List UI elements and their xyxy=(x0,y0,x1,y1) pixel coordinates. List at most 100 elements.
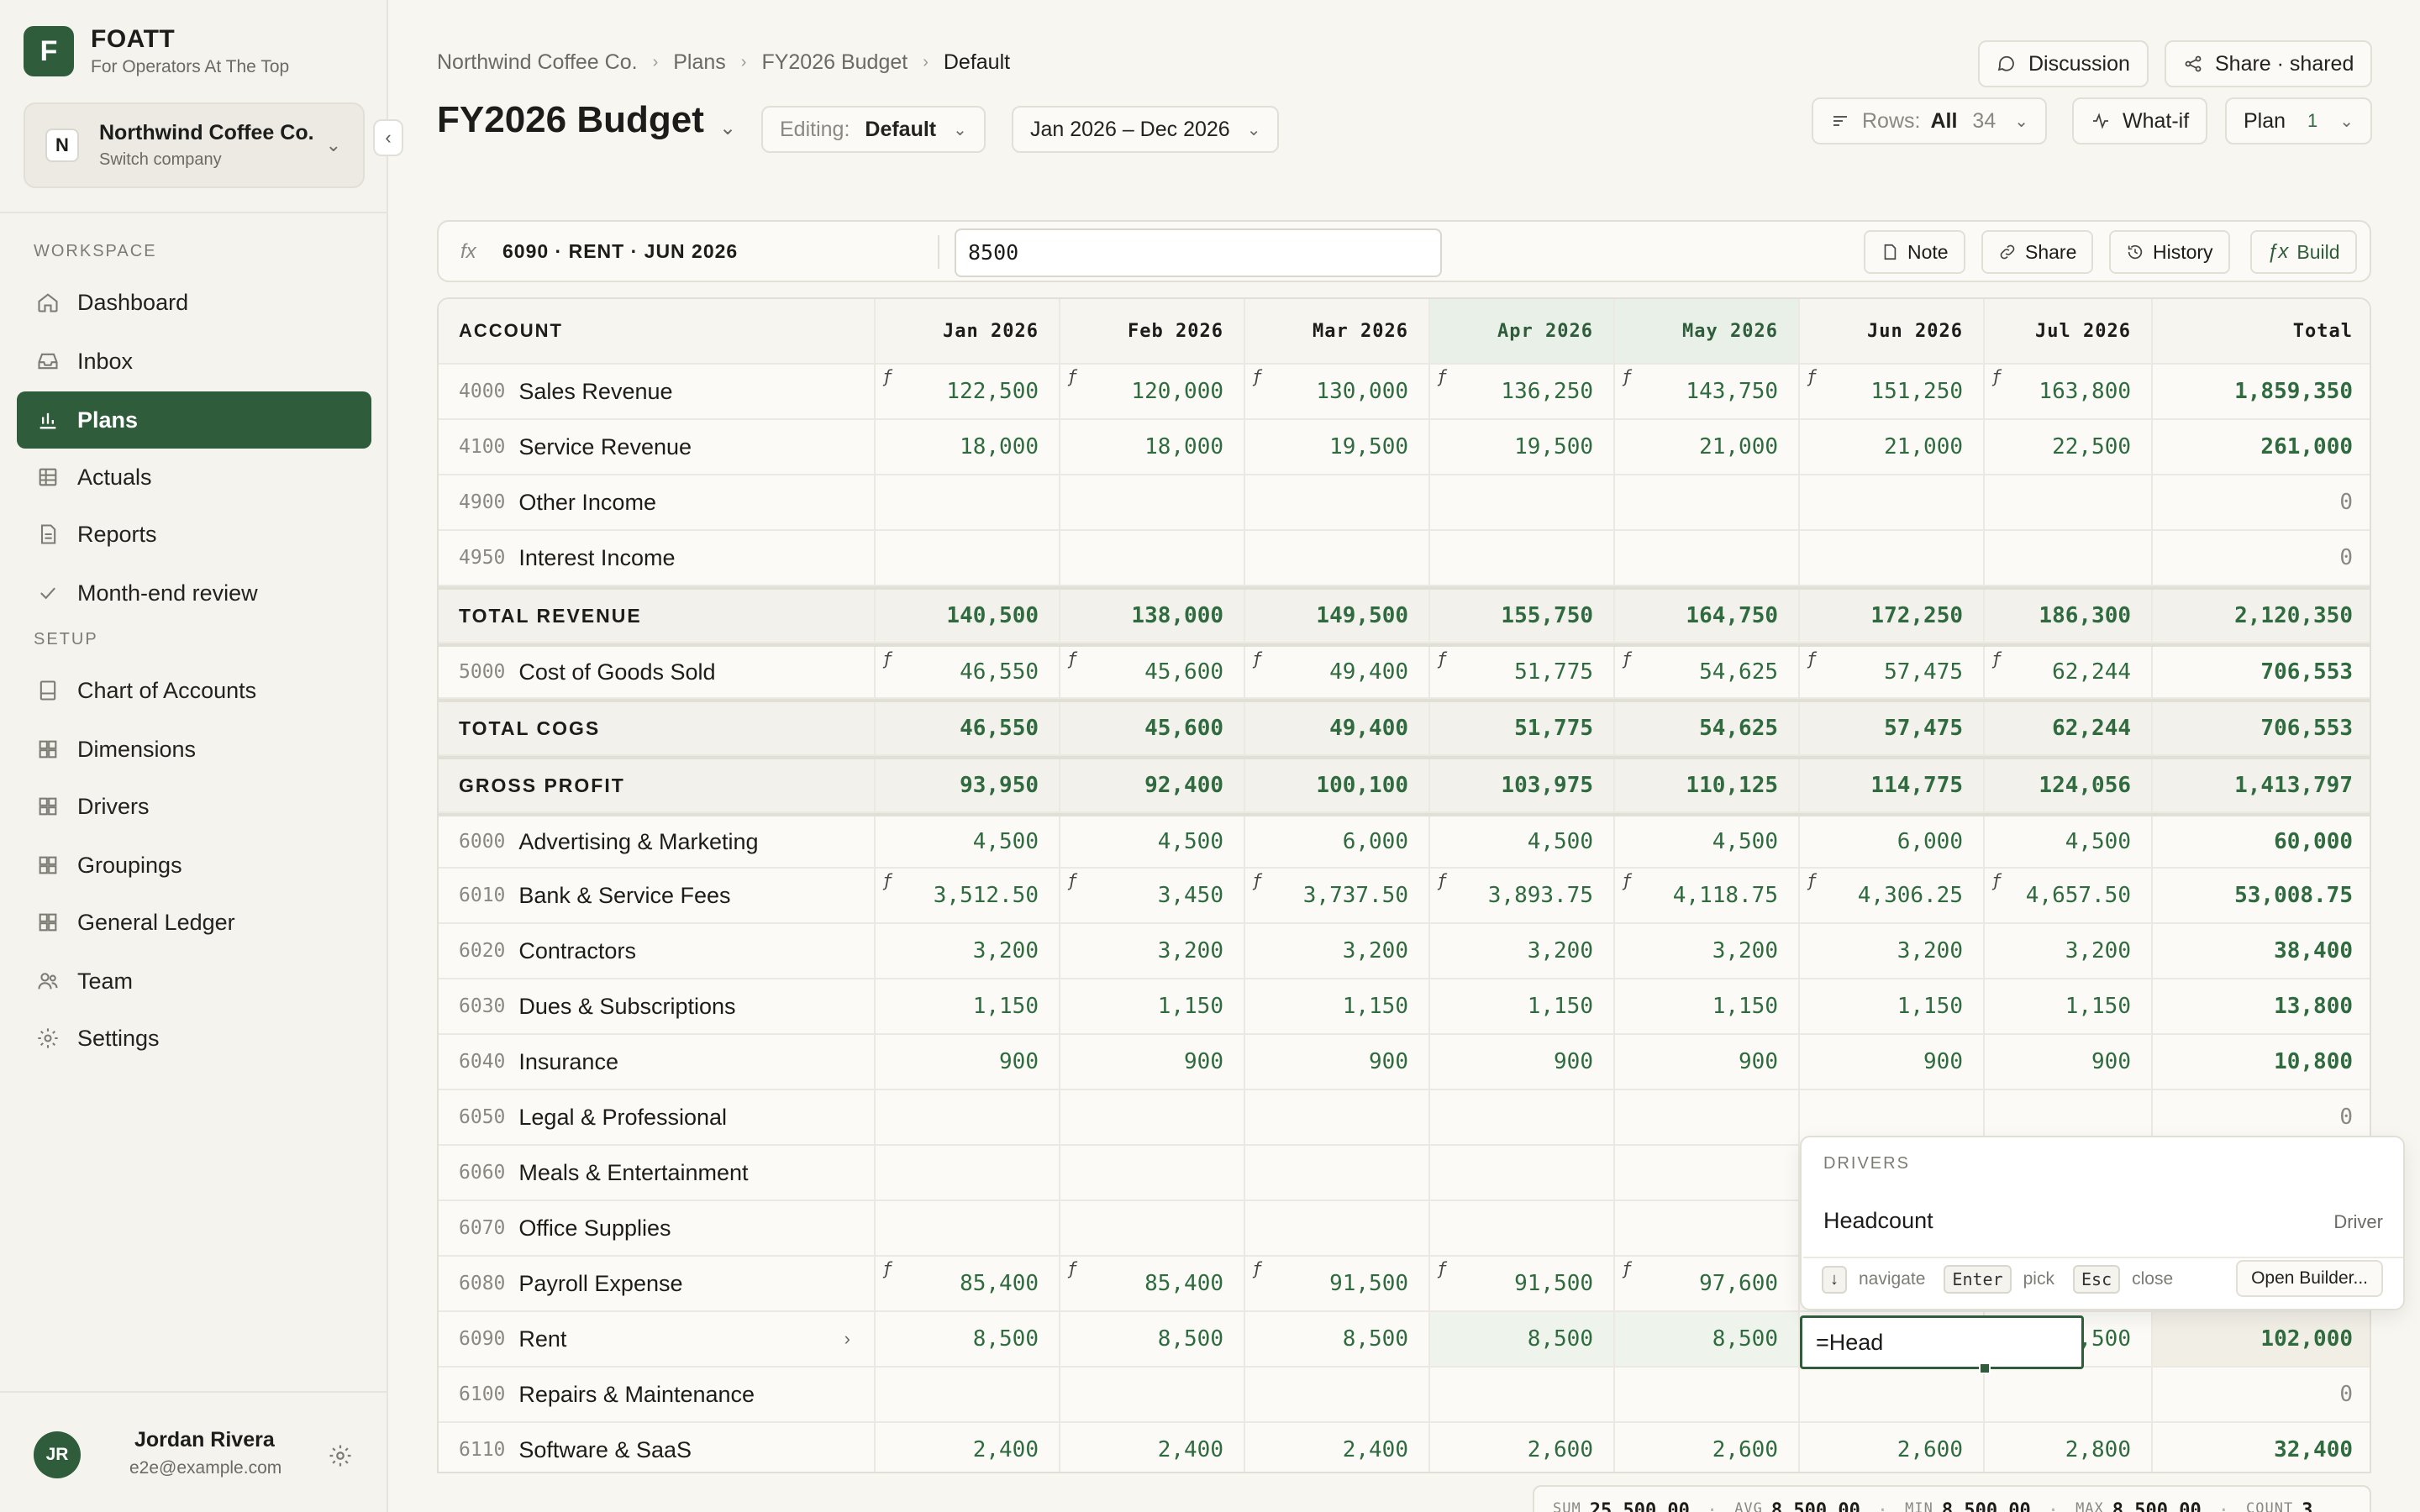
collapse-sidebar-button[interactable]: ‹ xyxy=(373,119,403,156)
value-cell[interactable]: 1,150 xyxy=(876,979,1060,1033)
value-cell[interactable]: ƒ 97,600 xyxy=(1615,1257,1800,1310)
breadcrumb-item[interactable]: FY2026 Budget xyxy=(761,50,908,75)
value-cell[interactable]: 138,000 xyxy=(1060,590,1245,642)
sidebar-item-general-ledger[interactable]: General Ledger xyxy=(17,894,371,951)
value-cell[interactable]: ƒ 4,306.25 xyxy=(1800,869,1985,922)
value-cell[interactable]: 4,500 xyxy=(1615,816,1800,867)
value-cell[interactable]: 3,200 xyxy=(1060,924,1245,978)
value-cell[interactable] xyxy=(1245,475,1430,529)
chevron-down-icon[interactable]: ⌄ xyxy=(719,116,736,140)
value-cell[interactable]: 22,500 xyxy=(1985,420,2153,474)
value-cell[interactable]: 900 xyxy=(1985,1035,2153,1089)
value-cell[interactable] xyxy=(1245,531,1430,585)
value-cell[interactable]: ƒ 85,400 xyxy=(1060,1257,1245,1310)
build-button[interactable]: ƒx Build xyxy=(2250,230,2357,274)
value-cell[interactable]: ƒ 3,893.75 xyxy=(1430,869,1615,922)
column-header-account[interactable]: ACCOUNT xyxy=(439,299,876,363)
date-range-select[interactable]: Jan 2026 – Dec 2026 ⌄ xyxy=(1012,106,1280,153)
value-cell[interactable]: 1,150 xyxy=(1430,979,1615,1033)
account-cell[interactable]: 6060 Meals & Entertainment xyxy=(439,1146,876,1200)
value-cell[interactable] xyxy=(876,475,1060,529)
value-cell[interactable] xyxy=(1985,475,2153,529)
value-cell[interactable]: ƒ 151,250 xyxy=(1800,365,1985,418)
value-cell[interactable]: 21,000 xyxy=(1800,420,1985,474)
value-cell[interactable] xyxy=(1615,1090,1800,1144)
account-cell[interactable]: TOTAL REVENUE xyxy=(439,590,876,642)
value-cell[interactable] xyxy=(1245,1368,1430,1421)
sidebar-item-dashboard[interactable]: Dashboard xyxy=(17,274,371,331)
value-cell[interactable] xyxy=(1060,1201,1245,1255)
value-cell[interactable]: 2,400 xyxy=(1060,1423,1245,1472)
value-cell[interactable]: 164,750 xyxy=(1615,590,1800,642)
account-cell[interactable]: 4950 Interest Income xyxy=(439,531,876,585)
value-cell[interactable]: ƒ 51,775 xyxy=(1430,647,1615,697)
value-cell[interactable]: 18,000 xyxy=(1060,420,1245,474)
value-cell[interactable]: 4,500 xyxy=(1430,816,1615,867)
account-cell[interactable]: 5000 Cost of Goods Sold xyxy=(439,647,876,697)
value-cell[interactable]: ƒ 3,737.50 xyxy=(1245,869,1430,922)
value-cell[interactable] xyxy=(1430,475,1615,529)
value-cell[interactable] xyxy=(1800,531,1985,585)
value-cell[interactable]: 21,000 xyxy=(1615,420,1800,474)
column-header[interactable]: Jul 2026 xyxy=(1985,299,2153,363)
account-cell[interactable]: 6030 Dues & Subscriptions xyxy=(439,979,876,1033)
column-header[interactable]: Feb 2026 xyxy=(1060,299,1245,363)
value-cell[interactable]: ƒ 130,000 xyxy=(1245,365,1430,418)
share-cell-button[interactable]: Share xyxy=(1981,230,2094,274)
sidebar-item-groupings[interactable]: Groupings xyxy=(17,837,371,894)
value-cell[interactable] xyxy=(1615,1368,1800,1421)
value-cell[interactable]: 3,200 xyxy=(876,924,1060,978)
value-cell[interactable]: 8,500 xyxy=(1615,1312,1800,1366)
account-cell[interactable]: 6110 Software & SaaS xyxy=(439,1423,876,1472)
account-cell[interactable]: 6050 Legal & Professional xyxy=(439,1090,876,1144)
fill-handle[interactable] xyxy=(1979,1362,1991,1374)
value-cell[interactable]: 4,500 xyxy=(1985,816,2153,867)
value-cell[interactable]: 140,500 xyxy=(876,590,1060,642)
value-cell[interactable] xyxy=(1245,1146,1430,1200)
value-cell[interactable]: 124,056 xyxy=(1985,759,2153,811)
sidebar-item-plans[interactable]: Plans xyxy=(17,391,371,449)
value-cell[interactable]: 1,150 xyxy=(1615,979,1800,1033)
discussion-button[interactable]: Discussion xyxy=(1978,40,2149,87)
value-cell[interactable]: ƒ 3,450 xyxy=(1060,869,1245,922)
account-cell[interactable]: GROSS PROFIT xyxy=(439,759,876,811)
value-cell[interactable]: 2,800 xyxy=(1985,1423,2153,1472)
value-cell[interactable]: ƒ 46,550 xyxy=(876,647,1060,697)
sidebar-item-settings[interactable]: Settings xyxy=(17,1010,371,1067)
value-cell[interactable]: ƒ 143,750 xyxy=(1615,365,1800,418)
value-cell[interactable] xyxy=(1615,1146,1800,1200)
value-cell[interactable] xyxy=(1430,1201,1615,1255)
value-cell[interactable]: 172,250 xyxy=(1800,590,1985,642)
value-cell[interactable]: 8,500 xyxy=(1245,1312,1430,1366)
value-cell[interactable]: 57,475 xyxy=(1800,702,1985,754)
value-cell[interactable] xyxy=(876,1146,1060,1200)
value-cell[interactable]: 49,400 xyxy=(1245,702,1430,754)
account-cell[interactable]: 4100 Service Revenue xyxy=(439,420,876,474)
value-cell[interactable]: 2,600 xyxy=(1800,1423,1985,1472)
history-button[interactable]: History xyxy=(2109,230,2230,274)
value-cell[interactable]: ƒ 122,500 xyxy=(876,365,1060,418)
value-cell[interactable]: 18,000 xyxy=(876,420,1060,474)
formula-input[interactable]: 8500 xyxy=(955,228,1442,277)
value-cell[interactable]: ƒ 163,800 xyxy=(1985,365,2153,418)
account-cell[interactable]: 6080 Payroll Expense xyxy=(439,1257,876,1310)
column-header[interactable]: Mar 2026 xyxy=(1245,299,1430,363)
value-cell[interactable]: 46,550 xyxy=(876,702,1060,754)
plan-select[interactable]: Plan 1 ⌄ xyxy=(2225,97,2373,144)
account-cell[interactable]: 6040 Insurance xyxy=(439,1035,876,1089)
value-cell[interactable] xyxy=(1430,1146,1615,1200)
value-cell[interactable]: 6,000 xyxy=(1800,816,1985,867)
value-cell[interactable]: 54,625 xyxy=(1615,702,1800,754)
sidebar-item-month-end-review[interactable]: Month-end review xyxy=(17,564,371,622)
value-cell[interactable]: 100,100 xyxy=(1245,759,1430,811)
breadcrumb-item[interactable]: Northwind Coffee Co. xyxy=(437,50,638,75)
account-cell[interactable]: 6100 Repairs & Maintenance xyxy=(439,1368,876,1421)
value-cell[interactable] xyxy=(1615,1201,1800,1255)
value-cell[interactable] xyxy=(1985,1368,2153,1421)
value-cell[interactable]: ƒ 4,657.50 xyxy=(1985,869,2153,922)
value-cell[interactable] xyxy=(1615,531,1800,585)
sidebar-item-team[interactable]: Team xyxy=(17,953,371,1010)
company-switcher[interactable]: N Northwind Coffee Co. Switch company ⌄ xyxy=(24,102,365,188)
value-cell[interactable] xyxy=(1430,1368,1615,1421)
value-cell[interactable]: 1,150 xyxy=(1245,979,1430,1033)
